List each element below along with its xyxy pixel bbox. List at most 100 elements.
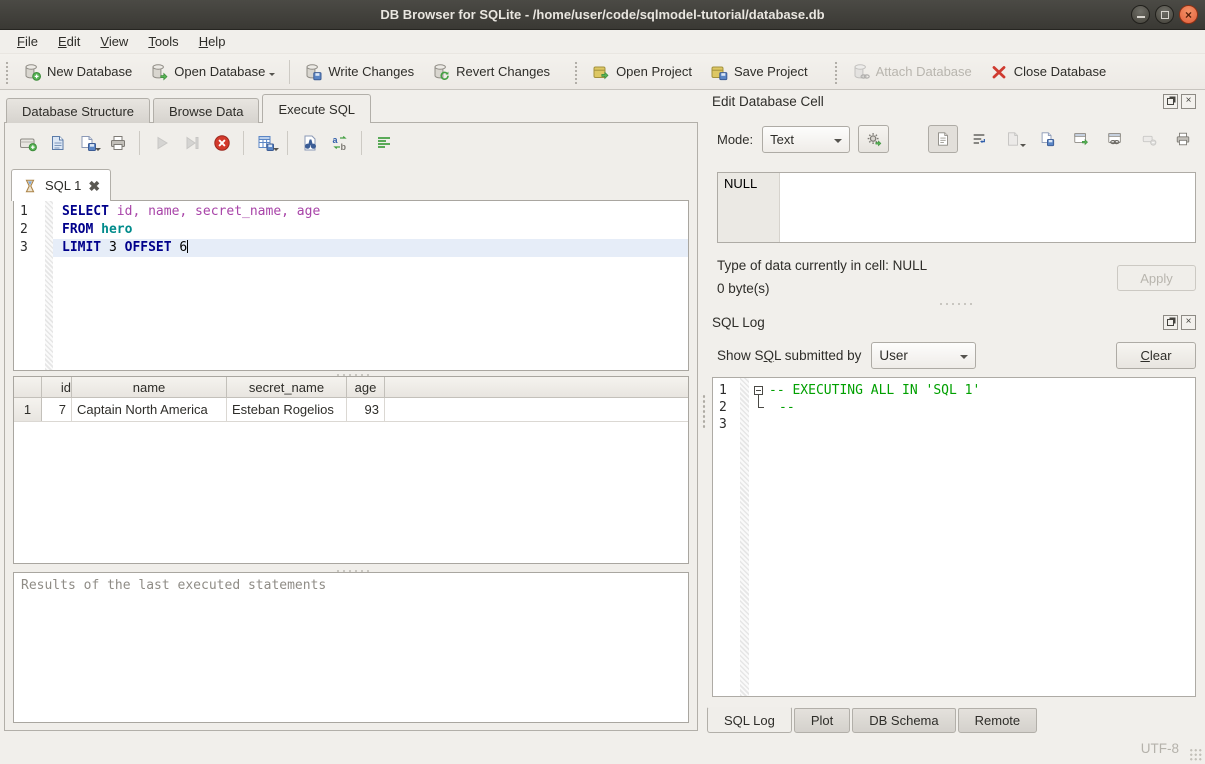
attach-database-icon bbox=[852, 63, 870, 81]
open-database-button[interactable]: Open Database bbox=[141, 58, 284, 86]
stop-icon bbox=[213, 134, 231, 152]
sql-log-dock-titlebar: SQL Log × bbox=[712, 314, 1196, 330]
column-header-age[interactable]: age bbox=[347, 377, 385, 397]
print-cell-button[interactable] bbox=[1170, 126, 1196, 152]
set-null-button[interactable] bbox=[1136, 126, 1162, 152]
clear-log-button[interactable]: Clear bbox=[1116, 342, 1196, 369]
maximize-button[interactable] bbox=[1155, 5, 1174, 24]
mode-label: Mode: bbox=[717, 132, 753, 147]
svg-text:a: a bbox=[332, 135, 338, 145]
log-line-number: 1 bbox=[719, 382, 737, 399]
sql-file-tab[interactable]: SQL 1 ✖ bbox=[11, 169, 111, 201]
close-tab-icon[interactable]: ✖ bbox=[88, 179, 100, 193]
open-in-external-app-button[interactable] bbox=[1068, 126, 1094, 152]
format-sql-button[interactable] bbox=[370, 129, 397, 156]
find-replace-button[interactable]: ab bbox=[326, 129, 353, 156]
export-table-icon bbox=[257, 134, 275, 152]
text-document-icon bbox=[935, 131, 951, 147]
fold-line bbox=[758, 395, 759, 407]
float-panel-button[interactable] bbox=[1163, 315, 1178, 330]
menu-tools[interactable]: Tools bbox=[138, 31, 188, 52]
tab-browse-data[interactable]: Browse Data bbox=[153, 98, 259, 123]
tab-execute-sql[interactable]: Execute SQL bbox=[262, 94, 371, 123]
word-wrap-button[interactable] bbox=[966, 126, 992, 152]
open-database-dropdown-arrow[interactable] bbox=[269, 73, 275, 79]
tab-database-structure[interactable]: Database Structure bbox=[6, 98, 150, 123]
titlebar: DB Browser for SQLite - /home/user/code/… bbox=[0, 0, 1205, 30]
close-button[interactable]: × bbox=[1179, 5, 1198, 24]
find-button[interactable] bbox=[296, 129, 323, 156]
print-sql-button[interactable] bbox=[104, 129, 131, 156]
cell-editor-icons bbox=[928, 125, 1196, 153]
execute-sql-button[interactable] bbox=[148, 129, 175, 156]
splitter-handle[interactable] bbox=[712, 300, 1196, 305]
sql-log-view[interactable]: 1 2 3 -- EXECUTING ALL IN 'SQL 1' -- bbox=[712, 377, 1196, 697]
fold-collapse-icon[interactable] bbox=[754, 386, 763, 395]
new-sql-tab-button[interactable] bbox=[14, 129, 41, 156]
close-panel-button[interactable]: × bbox=[1181, 94, 1196, 109]
play-icon bbox=[153, 134, 171, 152]
cell-secret-name[interactable]: Esteban Rogelios bbox=[227, 398, 347, 421]
new-database-button[interactable]: New Database bbox=[14, 58, 141, 86]
code-line-current: 3 LIMIT 3 OFFSET 6 bbox=[14, 239, 688, 257]
import-cell-data-button[interactable] bbox=[1000, 126, 1026, 152]
menu-view[interactable]: View bbox=[90, 31, 138, 52]
column-header-name[interactable]: name bbox=[72, 377, 227, 397]
execute-current-line-button[interactable] bbox=[178, 129, 205, 156]
dock-tab-sql-log[interactable]: SQL Log bbox=[707, 707, 792, 733]
cell-editor-gutter: NULL bbox=[718, 173, 780, 242]
float-panel-button[interactable] bbox=[1163, 94, 1178, 109]
write-changes-button[interactable]: Write Changes bbox=[295, 58, 423, 86]
dock-tab-plot[interactable]: Plot bbox=[794, 708, 850, 733]
cell-name[interactable]: Captain North America bbox=[72, 398, 227, 421]
export-results-button[interactable] bbox=[252, 129, 279, 156]
mode-combobox[interactable]: Text bbox=[762, 126, 850, 153]
toolbar-drag-handle[interactable] bbox=[833, 60, 839, 84]
export-file-icon bbox=[1039, 131, 1055, 147]
stop-execution-button[interactable] bbox=[208, 129, 235, 156]
text-mode-button[interactable] bbox=[928, 125, 958, 153]
revert-changes-button[interactable]: Revert Changes bbox=[423, 58, 559, 86]
submitted-by-combobox[interactable]: User bbox=[871, 342, 976, 369]
toolbar-drag-handle[interactable] bbox=[4, 60, 10, 84]
grid-corner[interactable] bbox=[14, 377, 42, 397]
toolbar-drag-handle[interactable] bbox=[573, 60, 579, 84]
code-text: LIMIT 3 OFFSET 6 bbox=[53, 239, 688, 257]
close-panel-button[interactable]: × bbox=[1181, 315, 1196, 330]
column-header-id[interactable]: id bbox=[42, 377, 72, 397]
close-database-label: Close Database bbox=[1014, 64, 1107, 79]
close-database-button[interactable]: Close Database bbox=[981, 58, 1116, 86]
menu-help[interactable]: Help bbox=[189, 31, 236, 52]
export-cell-data-button[interactable] bbox=[1034, 126, 1060, 152]
minimize-button[interactable] bbox=[1131, 5, 1150, 24]
sql-code-editor[interactable]: 1 SELECT id, name, secret_name, age 2 FR… bbox=[13, 200, 689, 371]
panel-splitter-handle[interactable] bbox=[701, 393, 706, 429]
open-project-button[interactable]: Open Project bbox=[583, 58, 701, 86]
save-project-button[interactable]: Save Project bbox=[701, 58, 817, 86]
save-dropdown-arrow[interactable] bbox=[95, 148, 101, 154]
export-dropdown-arrow[interactable] bbox=[273, 148, 279, 154]
close-database-icon bbox=[990, 63, 1008, 81]
open-sql-file-button[interactable] bbox=[44, 129, 71, 156]
cell-value-editor[interactable]: NULL bbox=[717, 172, 1196, 243]
cell-id[interactable]: 7 bbox=[42, 398, 72, 421]
new-database-icon bbox=[23, 63, 41, 81]
copy-link-button[interactable] bbox=[1102, 126, 1128, 152]
dock-tab-remote[interactable]: Remote bbox=[958, 708, 1038, 733]
cell-age[interactable]: 93 bbox=[347, 398, 385, 421]
menu-edit[interactable]: Edit bbox=[48, 31, 90, 52]
dock-tab-db-schema[interactable]: DB Schema bbox=[852, 708, 955, 733]
column-header-secret-name[interactable]: secret_name bbox=[227, 377, 347, 397]
minimize-icon bbox=[1137, 16, 1145, 18]
apply-button[interactable]: Apply bbox=[1117, 265, 1196, 291]
auto-switch-mode-button[interactable] bbox=[858, 125, 889, 153]
menu-file[interactable]: File bbox=[7, 31, 48, 52]
attach-database-button[interactable]: Attach Database bbox=[843, 58, 981, 86]
save-sql-file-button[interactable] bbox=[74, 129, 101, 156]
play-to-line-icon bbox=[183, 134, 201, 152]
results-message-box[interactable]: Results of the last executed statements bbox=[13, 572, 689, 723]
row-header[interactable]: 1 bbox=[14, 398, 42, 421]
resize-grip[interactable] bbox=[1189, 748, 1202, 761]
separator bbox=[287, 131, 288, 155]
code-line: 1 SELECT id, name, secret_name, age bbox=[14, 203, 688, 221]
